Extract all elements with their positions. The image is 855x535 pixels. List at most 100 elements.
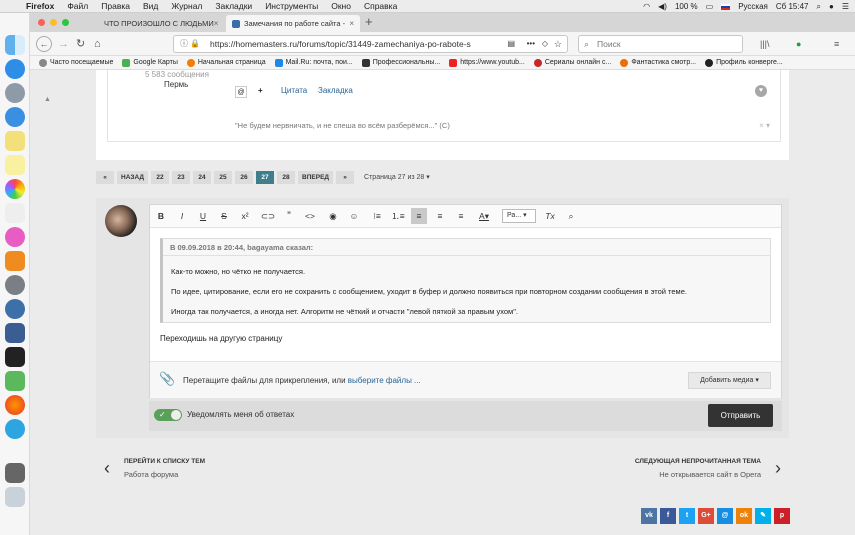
- menu-view[interactable]: Вид: [143, 1, 158, 11]
- emoji-icon[interactable]: ☺: [346, 208, 362, 224]
- bookmark-home-page[interactable]: Начальная страница: [186, 58, 266, 67]
- pinterest-share-button[interactable]: p: [774, 508, 790, 524]
- tab-homemasters[interactable]: Замечания по работе сайта - ×: [226, 15, 360, 32]
- odnoklassniki-share-button[interactable]: ok: [736, 508, 752, 524]
- quote-icon[interactable]: ”: [281, 208, 297, 224]
- underline-icon[interactable]: U: [195, 208, 211, 224]
- strikethrough-icon[interactable]: S: [216, 208, 232, 224]
- twitter-share-button[interactable]: t: [679, 508, 695, 524]
- google-plus-share-button[interactable]: G+: [698, 508, 714, 524]
- quicktime-icon[interactable]: [5, 299, 25, 319]
- bookmark-fantastika[interactable]: Фантастика смотр...: [620, 58, 696, 67]
- back-to-topics-link[interactable]: ‹ ПЕРЕЙТИ К СПИСКУ ТЕМ Работа форума: [104, 458, 205, 479]
- pocket-icon[interactable]: ◇: [542, 36, 548, 52]
- notes-icon[interactable]: [5, 131, 25, 151]
- menu-bookmarks[interactable]: Закладки: [215, 1, 252, 11]
- volume-icon[interactable]: ◀): [658, 2, 667, 11]
- heart-icon[interactable]: ♥: [755, 85, 767, 97]
- reply-editor[interactable]: B I U S x² ⊂⊃ ” <> ◉ ☺ ⁝≡ ⒈≡ ≡ ≡ ≡ A▾ Ра…: [149, 204, 782, 398]
- align-left-icon[interactable]: ≡: [411, 208, 427, 224]
- firefox-icon[interactable]: [5, 395, 25, 415]
- bookmark-mailru[interactable]: Mail.Ru: почта, пои...: [274, 58, 353, 67]
- bookmark-profile[interactable]: Профиль конверге...: [705, 58, 783, 67]
- url-bar[interactable]: ⓘ 🔒 https://homemasters.ru/forums/topic/…: [173, 35, 568, 53]
- input-language[interactable]: Русская: [738, 2, 768, 11]
- zoom-window-button[interactable]: [62, 19, 69, 26]
- forward-button[interactable]: →: [58, 36, 69, 52]
- preview-icon[interactable]: ⌕: [563, 208, 579, 224]
- link-icon[interactable]: ⊂⊃: [260, 208, 276, 224]
- facebook-share-button[interactable]: f: [660, 508, 676, 524]
- user-icon[interactable]: ●: [829, 2, 834, 11]
- next-unread-link[interactable]: › СЛЕДУЮЩАЯ НЕПРОЧИТАННАЯ ТЕМА Не открыв…: [635, 458, 781, 479]
- choose-files-link[interactable]: выберите файлы ...: [348, 376, 421, 385]
- page-actions-icon[interactable]: •••: [527, 36, 535, 52]
- align-center-icon[interactable]: ≡: [432, 208, 448, 224]
- code-icon[interactable]: <>: [302, 208, 318, 224]
- spoiler-icon[interactable]: ◉: [325, 208, 341, 224]
- appstore-icon[interactable]: [5, 59, 25, 79]
- text-color-icon[interactable]: A▾: [476, 208, 492, 224]
- last-page-button[interactable]: »: [336, 170, 355, 184]
- spotlight-icon[interactable]: ⌕: [817, 2, 821, 12]
- library-icon[interactable]: |||\: [760, 36, 770, 52]
- email-share-button[interactable]: @: [717, 508, 733, 524]
- bold-icon[interactable]: B: [153, 208, 169, 224]
- clock[interactable]: Сб 15:47: [776, 2, 809, 11]
- scroll-up-icon[interactable]: ▲: [44, 96, 51, 103]
- italic-icon[interactable]: I: [174, 208, 190, 224]
- close-signature-icon[interactable]: × ▾: [759, 121, 770, 130]
- wifi-icon[interactable]: ◠: [643, 2, 650, 11]
- minimize-window-button[interactable]: [50, 19, 57, 26]
- trash-icon[interactable]: [5, 487, 25, 507]
- finder-icon[interactable]: [5, 35, 25, 55]
- bookmark-google-maps[interactable]: Google Карты: [122, 58, 178, 67]
- reload-button[interactable]: ↻: [76, 36, 85, 52]
- lock-icon[interactable]: ⓘ 🔒: [180, 36, 200, 52]
- printer-icon[interactable]: [5, 463, 25, 483]
- tab-youtube[interactable]: ЧТО ПРОИЗОШЛО С ЛЮДЬМИ ×: [94, 15, 224, 32]
- photos-icon[interactable]: [5, 179, 25, 199]
- reply-text[interactable]: Переходишь на другую страницу: [160, 334, 282, 343]
- first-page-button[interactable]: «: [96, 170, 114, 184]
- menu-edit[interactable]: Правка: [101, 1, 130, 11]
- bookmark-professional[interactable]: Профессиональны...: [361, 58, 440, 67]
- attachment-area[interactable]: 📎 Перетащите файлы для прикрепления, или…: [150, 361, 781, 398]
- final-cut-icon[interactable]: [5, 347, 25, 367]
- submit-button[interactable]: Отправить: [708, 404, 773, 427]
- add-media-button[interactable]: Добавить медиа ▾: [688, 372, 771, 389]
- notification-icon[interactable]: ☰: [842, 2, 849, 11]
- close-window-button[interactable]: [38, 19, 45, 26]
- align-right-icon[interactable]: ≡: [453, 208, 469, 224]
- page-25[interactable]: 25: [214, 170, 233, 184]
- telegram-icon[interactable]: [5, 419, 25, 439]
- menu-file[interactable]: Файл: [67, 1, 88, 11]
- stickies-icon[interactable]: [5, 155, 25, 175]
- bookmark-most-visited[interactable]: Часто посещаемые: [39, 58, 113, 67]
- page-26[interactable]: 26: [235, 170, 254, 184]
- menu-history[interactable]: Журнал: [171, 1, 202, 11]
- clear-format-icon[interactable]: Tx: [542, 208, 558, 224]
- page-info-dropdown[interactable]: Страница 27 из 28 ▾: [364, 173, 430, 181]
- numbered-list-icon[interactable]: ⒈≡: [390, 208, 406, 224]
- safari-icon[interactable]: [5, 107, 25, 127]
- extension-icon[interactable]: ●: [796, 36, 801, 52]
- battery-icon[interactable]: ▭: [706, 2, 714, 11]
- bookmark-link[interactable]: Закладка: [318, 86, 353, 95]
- home-button[interactable]: ⌂: [94, 36, 101, 52]
- quote-link[interactable]: Цитата: [281, 86, 307, 95]
- multiquote-icon[interactable]: +: [258, 86, 263, 95]
- reader-view-icon[interactable]: ▤: [507, 36, 515, 52]
- battery-percent[interactable]: 100 %: [675, 2, 698, 11]
- search-input[interactable]: ⌕ Поиск: [578, 35, 743, 53]
- launchpad-icon[interactable]: [5, 83, 25, 103]
- quoted-message[interactable]: В 09.09.2018 в 20:44, bagayama сказал: К…: [160, 238, 771, 323]
- torrent-icon[interactable]: [5, 371, 25, 391]
- close-tab-icon[interactable]: ×: [214, 19, 219, 28]
- prev-page-button[interactable]: НАЗАД: [117, 170, 149, 184]
- page-24[interactable]: 24: [193, 170, 212, 184]
- page-28[interactable]: 28: [277, 170, 296, 184]
- page-23[interactable]: 23: [172, 170, 191, 184]
- bookmark-youtube[interactable]: https://www.youtub...: [449, 58, 525, 67]
- page-22[interactable]: 22: [151, 170, 170, 184]
